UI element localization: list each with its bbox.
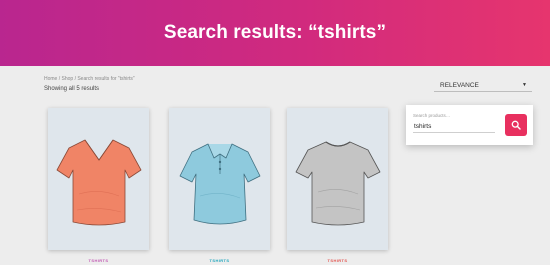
search-button[interactable] (505, 114, 527, 136)
page-hero: Search results: “tshirts” (0, 0, 550, 66)
polo-shirt-image (179, 143, 260, 225)
crew-neck-tshirt-image (295, 141, 380, 226)
search-label: Search products… (413, 113, 451, 118)
sort-select[interactable]: RELEVANCE ▼ (434, 79, 532, 92)
search-icon (511, 120, 521, 130)
search-input[interactable] (413, 120, 495, 133)
page-title: Search results: “tshirts” (163, 22, 387, 43)
product-title-2[interactable]: TSHIRTS (169, 258, 270, 263)
caret-down-icon: ▼ (522, 82, 527, 88)
product-title-1[interactable]: TSHIRTS (48, 258, 149, 263)
product-card-2[interactable] (169, 108, 270, 250)
product-title-3[interactable]: TSHIRTS (287, 258, 388, 263)
breadcrumb[interactable]: Home / Shop / Search results for “tshirt… (44, 76, 135, 82)
product-search-widget: Search products… (406, 105, 533, 145)
sort-selected-value: RELEVANCE (440, 81, 479, 89)
product-card-3[interactable] (287, 108, 388, 250)
result-count: Showing all 5 results (44, 86, 100, 92)
v-neck-tshirt-image (56, 139, 141, 226)
product-card-1[interactable] (48, 108, 149, 250)
